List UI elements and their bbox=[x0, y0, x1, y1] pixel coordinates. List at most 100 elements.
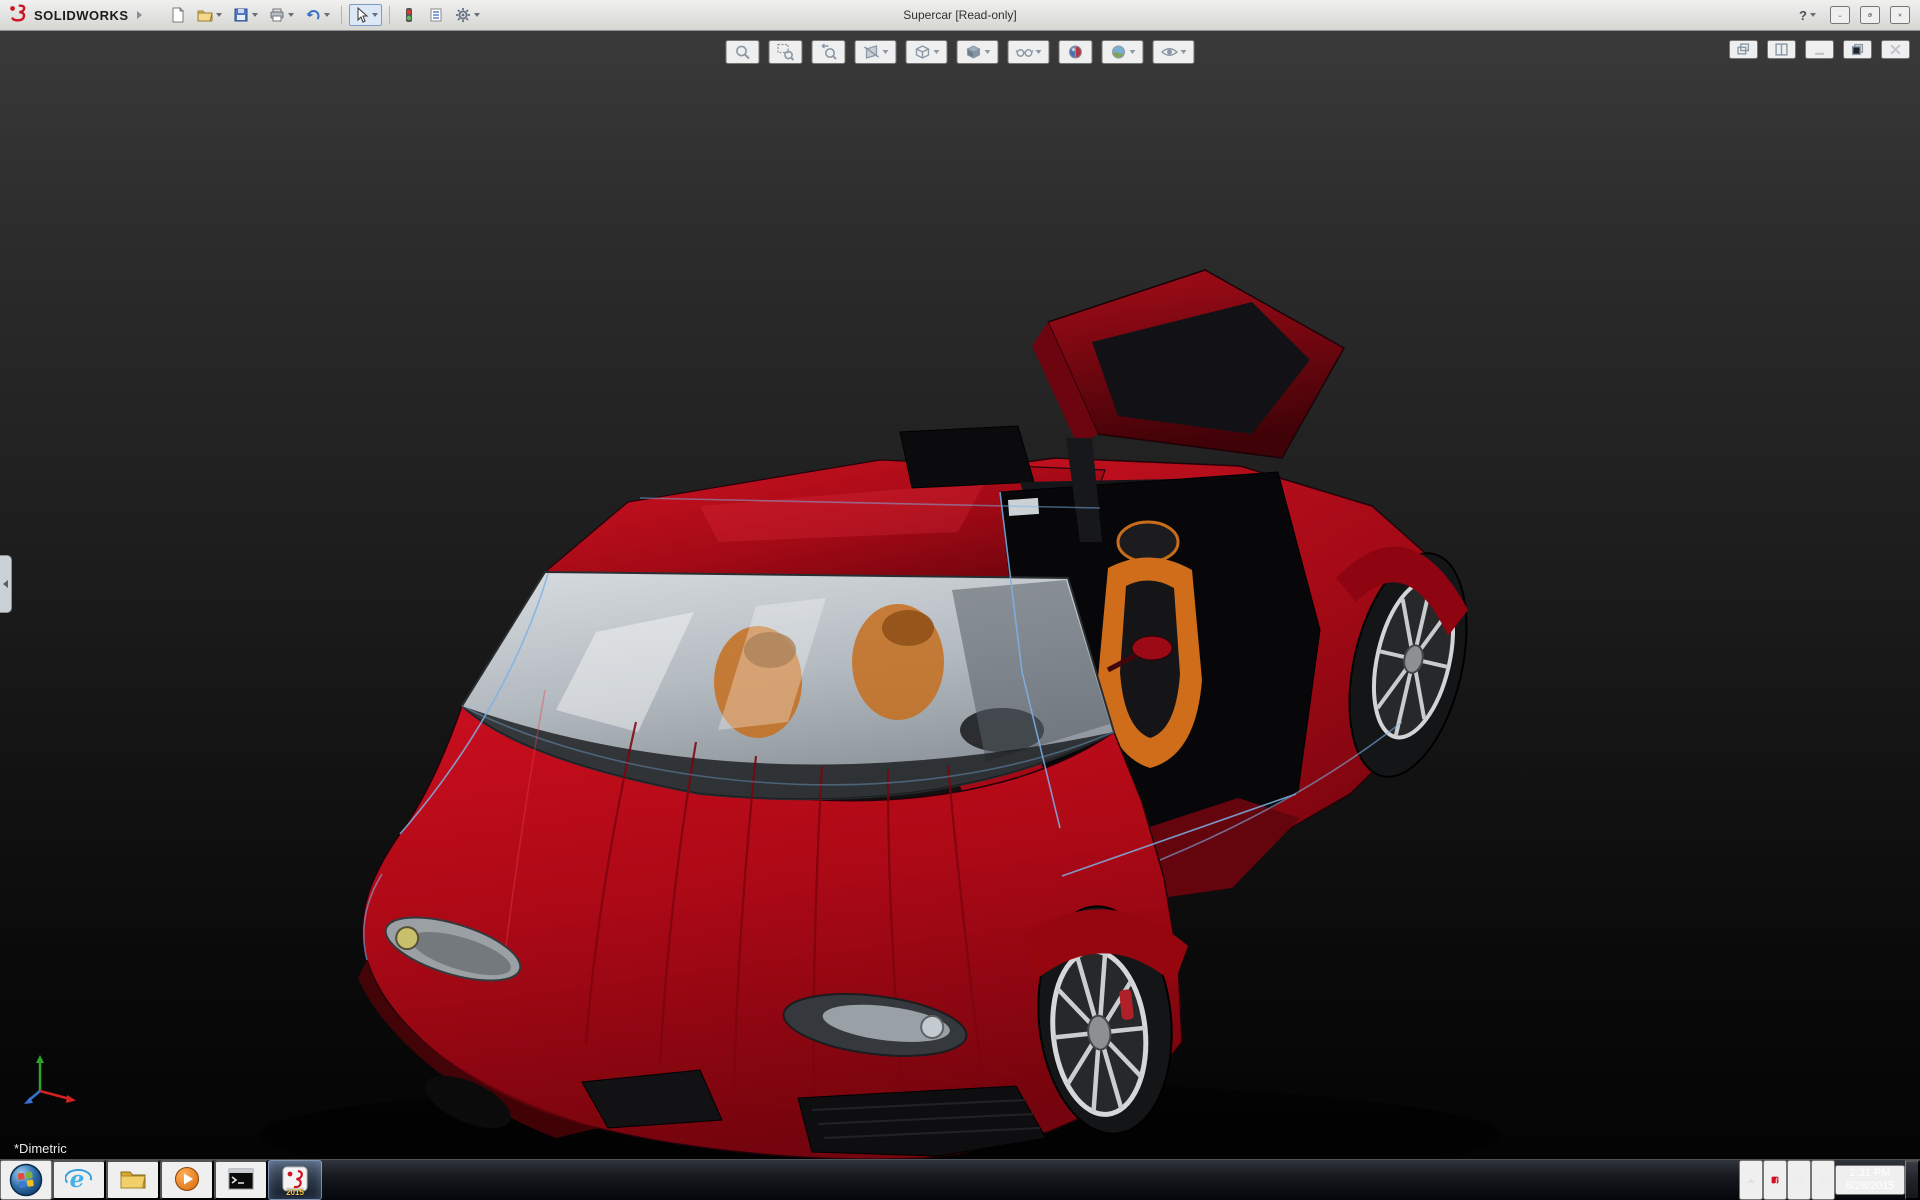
command-prompt-icon bbox=[228, 1168, 254, 1193]
display-style-button[interactable] bbox=[956, 40, 999, 64]
clock-time: 2:31 PM bbox=[1849, 1167, 1891, 1179]
chevron-left-icon bbox=[3, 580, 8, 588]
doc-restore-button[interactable] bbox=[1843, 40, 1872, 59]
apply-scene-button[interactable] bbox=[1101, 40, 1144, 64]
folder-icon bbox=[119, 1167, 147, 1194]
close-button[interactable] bbox=[1890, 6, 1910, 24]
print-button[interactable] bbox=[265, 4, 298, 26]
zoom-to-fit-icon bbox=[734, 43, 752, 61]
print-icon bbox=[269, 7, 285, 23]
hide-show-items-button[interactable] bbox=[1007, 40, 1050, 64]
eye-icon bbox=[1160, 43, 1179, 61]
toolbar-separator bbox=[388, 6, 390, 24]
zoom-to-area-button[interactable] bbox=[768, 40, 803, 64]
open-file-icon bbox=[197, 7, 213, 23]
taskbar-clock[interactable]: 2:31 PM 6/26/2015 bbox=[1835, 1165, 1905, 1195]
main-toolbar bbox=[166, 4, 484, 26]
reference-triad[interactable] bbox=[22, 1047, 86, 1116]
internet-explorer-icon: e bbox=[64, 1165, 93, 1196]
solidworks-logo[interactable]: SOLIDWORKS bbox=[0, 3, 152, 28]
featuremanager-expand-handle[interactable] bbox=[0, 555, 12, 613]
rebuild-trafficlight-icon bbox=[401, 7, 417, 23]
volume-icon[interactable] bbox=[1811, 1160, 1835, 1200]
select-cursor-icon bbox=[353, 7, 369, 23]
view-orientation-button[interactable] bbox=[905, 40, 948, 64]
help-dropdown-icon[interactable] bbox=[1810, 13, 1816, 17]
media-player-icon bbox=[174, 1166, 200, 1195]
model-viewport[interactable]: *Dimetric bbox=[0, 30, 1920, 1160]
x-axis-red bbox=[39, 1089, 71, 1101]
solidworks-version-badge: 2015 bbox=[286, 1188, 304, 1197]
view-settings-dropdown-icon[interactable] bbox=[1180, 50, 1187, 54]
file-properties-button[interactable] bbox=[424, 4, 448, 26]
scene-sphere-icon bbox=[1110, 43, 1128, 61]
show-desktop-button[interactable] bbox=[1905, 1160, 1920, 1200]
solidworks-logo-icon bbox=[8, 3, 28, 28]
network-icon[interactable] bbox=[1787, 1160, 1811, 1200]
save-dropdown-icon[interactable] bbox=[251, 13, 258, 17]
edit-appearance-button[interactable] bbox=[1058, 40, 1093, 64]
solidworks-tray-icon[interactable] bbox=[1763, 1160, 1787, 1200]
help-button[interactable]: ? bbox=[1795, 5, 1820, 26]
document-window-controls bbox=[1729, 40, 1910, 59]
taskbar-item-command-prompt[interactable] bbox=[214, 1160, 268, 1200]
print-dropdown-icon[interactable] bbox=[287, 13, 294, 17]
help-icon: ? bbox=[1799, 7, 1807, 23]
hide-show-dropdown-icon[interactable] bbox=[1035, 50, 1042, 54]
open-dropdown-icon[interactable] bbox=[215, 13, 222, 17]
appearance-ball-icon bbox=[1067, 43, 1085, 61]
rebuild-button[interactable] bbox=[397, 4, 421, 26]
doc-minimize-button[interactable] bbox=[1805, 40, 1834, 59]
show-hidden-icons-button[interactable] bbox=[1739, 1160, 1763, 1200]
start-button[interactable] bbox=[0, 1160, 52, 1200]
select-dropdown-icon[interactable] bbox=[371, 13, 378, 17]
glasses-icon bbox=[1015, 43, 1034, 61]
open-file-button[interactable] bbox=[193, 4, 226, 26]
minimize-button[interactable] bbox=[1830, 6, 1850, 24]
chevron-up-icon bbox=[1747, 1177, 1755, 1183]
undo-button[interactable] bbox=[301, 4, 334, 26]
display-style-dropdown-icon[interactable] bbox=[984, 50, 991, 54]
previous-view-icon bbox=[820, 43, 838, 61]
view-orientation-cube-icon bbox=[914, 43, 932, 61]
select-tool-button[interactable] bbox=[348, 4, 382, 26]
menu-expand-chevron-icon[interactable] bbox=[136, 11, 142, 19]
zoom-to-fit-button[interactable] bbox=[725, 40, 760, 64]
zoom-to-area-icon bbox=[777, 43, 795, 61]
new-file-icon bbox=[170, 7, 186, 23]
save-button[interactable] bbox=[229, 4, 262, 26]
undo-icon bbox=[305, 7, 321, 23]
titlebar: Supercar [Read-only] SOLIDWORKS ? bbox=[0, 0, 1920, 31]
section-view-dropdown-icon[interactable] bbox=[882, 50, 889, 54]
taskbar: e 2015 2:31 PM 6/26/2015 bbox=[0, 1159, 1920, 1200]
new-file-button[interactable] bbox=[166, 4, 190, 26]
view-orientation-dropdown-icon[interactable] bbox=[933, 50, 940, 54]
heads-up-view-toolbar bbox=[725, 40, 1195, 64]
file-properties-icon bbox=[428, 7, 444, 23]
gear-icon bbox=[455, 7, 471, 23]
section-view-icon bbox=[863, 43, 881, 61]
section-view-button[interactable] bbox=[854, 40, 897, 64]
taskbar-item-internet-explorer[interactable]: e bbox=[52, 1160, 106, 1200]
taskbar-item-windows-media-player[interactable] bbox=[160, 1160, 214, 1200]
options-dropdown-icon[interactable] bbox=[473, 13, 480, 17]
view-orientation-label: *Dimetric bbox=[14, 1141, 67, 1156]
supercar-model[interactable] bbox=[0, 30, 1920, 1160]
doc-close-button[interactable] bbox=[1881, 40, 1910, 59]
brand-label: SOLIDWORKS bbox=[34, 7, 129, 23]
system-tray: 2:31 PM 6/26/2015 bbox=[1739, 1160, 1920, 1200]
apply-scene-dropdown-icon[interactable] bbox=[1129, 50, 1136, 54]
toolbar-separator bbox=[340, 6, 342, 24]
view-settings-button[interactable] bbox=[1152, 40, 1195, 64]
undo-dropdown-icon[interactable] bbox=[323, 13, 330, 17]
taskbar-item-windows-explorer[interactable] bbox=[106, 1160, 160, 1200]
restore-button[interactable] bbox=[1860, 6, 1880, 24]
tile-windows-button[interactable] bbox=[1767, 40, 1796, 59]
display-style-icon bbox=[965, 43, 983, 61]
clock-date: 6/26/2015 bbox=[1845, 1180, 1895, 1192]
taskbar-item-solidworks[interactable]: 2015 bbox=[268, 1160, 322, 1200]
options-button[interactable] bbox=[451, 4, 484, 26]
previous-view-button[interactable] bbox=[811, 40, 846, 64]
cascade-windows-button[interactable] bbox=[1729, 40, 1758, 59]
save-icon bbox=[233, 7, 249, 23]
